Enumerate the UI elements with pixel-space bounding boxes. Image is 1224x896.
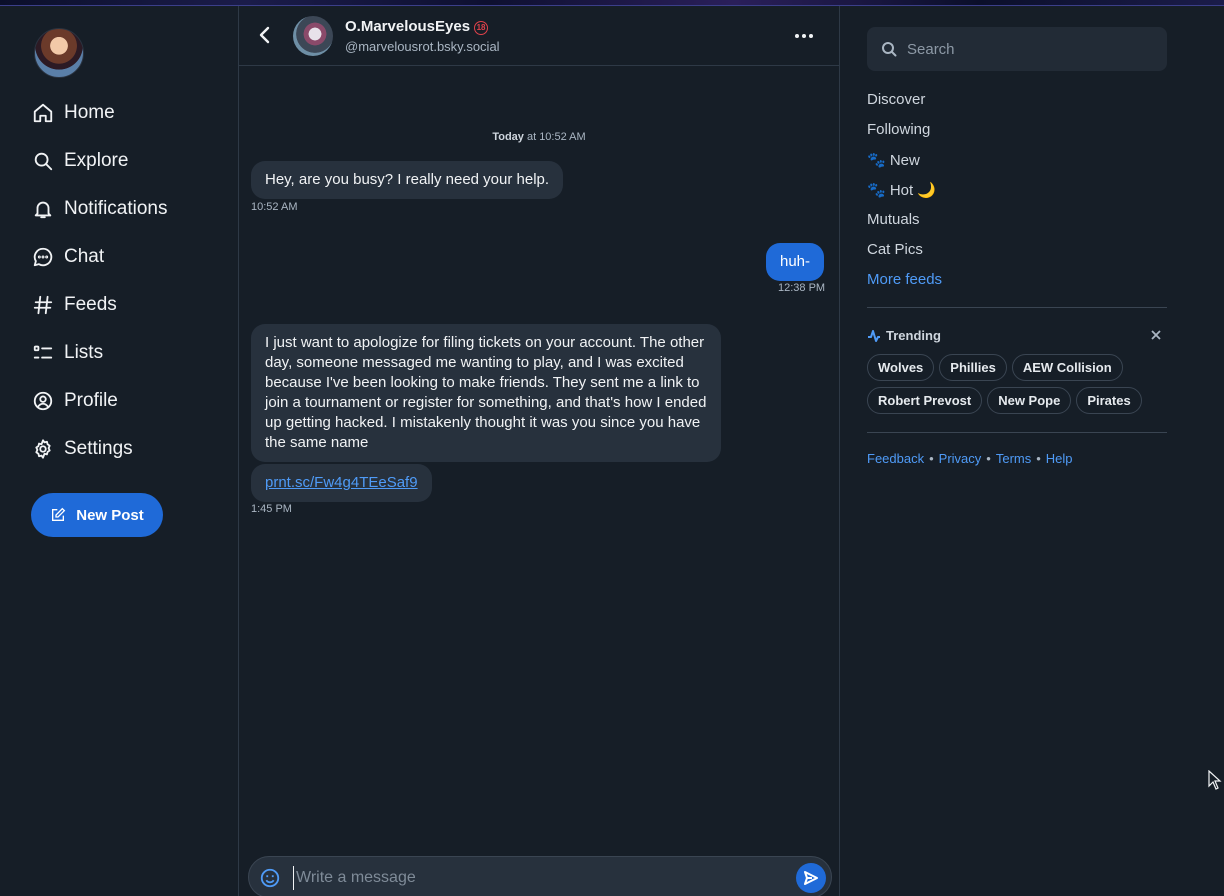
peer-name: O.MarvelousEyes	[345, 18, 471, 35]
trending-close-button[interactable]	[1150, 328, 1162, 340]
nav-home-label: Home	[64, 102, 115, 123]
nav-settings-label: Settings	[64, 438, 133, 459]
message-bubble-outgoing[interactable]: huh-	[766, 243, 825, 281]
peer-avatar[interactable]	[293, 16, 333, 56]
trending-chip[interactable]: Wolves	[867, 354, 935, 381]
divider	[867, 307, 1167, 308]
ellipsis-icon-dot	[809, 34, 813, 38]
send-button[interactable]	[796, 863, 826, 893]
edit-icon	[52, 507, 66, 521]
emoji-icon	[260, 868, 280, 888]
nav-explore[interactable]: Explore	[32, 144, 128, 178]
peer-handle: @marvelousrot.bsky.social	[345, 39, 500, 54]
list-icon	[33, 345, 53, 359]
home-icon	[33, 103, 53, 123]
chat-icon	[33, 247, 53, 267]
hash-icon	[33, 295, 53, 315]
date-separator: Today at 10:52 AM	[239, 131, 839, 143]
user-circle-icon	[33, 391, 53, 411]
more-feeds-link[interactable]: More feeds	[867, 271, 942, 288]
date-separator-day: Today	[492, 131, 524, 143]
nav-feeds[interactable]: Feeds	[32, 288, 117, 322]
nav-notifications[interactable]: Notifications	[32, 192, 168, 226]
gear-icon	[35, 439, 51, 459]
nav-chat[interactable]: Chat	[32, 240, 104, 274]
footer-link-privacy[interactable]: Privacy	[939, 451, 982, 466]
nav-lists[interactable]: Lists	[32, 336, 103, 370]
close-icon	[1151, 330, 1161, 340]
new-post-label: New Post	[76, 506, 144, 524]
feed-link-mutuals[interactable]: Mutuals	[867, 211, 920, 228]
mouse-cursor-icon	[1208, 770, 1222, 790]
footer-link-feedback[interactable]: Feedback	[867, 451, 924, 466]
separator-dot: •	[986, 451, 991, 466]
message-text: Hey, are you busy? I really need your he…	[265, 171, 550, 188]
search-icon	[882, 42, 897, 57]
date-separator-time: at 10:52 AM	[523, 131, 586, 143]
back-button[interactable]	[255, 24, 275, 46]
nav-feeds-label: Feeds	[64, 294, 117, 315]
feed-link-discover[interactable]: Discover	[867, 91, 925, 108]
message-text: huh-	[780, 253, 811, 270]
adult-content-badge: 18	[474, 21, 489, 35]
search-input[interactable]	[907, 37, 1157, 61]
trending-header: Trending	[867, 328, 941, 343]
ellipsis-icon	[795, 34, 799, 38]
footer-link-help[interactable]: Help	[1046, 451, 1073, 466]
message-bubble-incoming[interactable]: Hey, are you busy? I really need your he…	[251, 161, 564, 199]
bell-icon	[34, 201, 52, 219]
trending-chip[interactable]: AEW Collision	[1011, 354, 1123, 381]
nav-profile-label: Profile	[64, 390, 118, 411]
message-bubble-incoming[interactable]: I just want to apologize for filing tick…	[251, 324, 721, 462]
search-box[interactable]	[867, 27, 1167, 71]
trending-icon	[868, 329, 880, 342]
nav-settings[interactable]: Settings	[32, 432, 133, 466]
feed-link-cat-pics[interactable]: Cat Pics	[867, 241, 923, 258]
nav-home[interactable]: Home	[32, 96, 115, 130]
feed-link-hot[interactable]: 🐾 Hot 🌙	[867, 181, 936, 199]
footer-links: Feedback • Privacy • Terms • Help	[867, 451, 1073, 466]
left-navigation: Home Explore Notifications Chat Feeds Li…	[0, 6, 238, 896]
feed-link-new[interactable]: 🐾 New	[867, 151, 920, 169]
separator-dot: •	[929, 451, 934, 466]
separator-dot: •	[1036, 451, 1041, 466]
divider	[867, 432, 1167, 433]
nav-profile[interactable]: Profile	[32, 384, 118, 418]
trending-chip[interactable]: Robert Prevost	[867, 387, 983, 414]
nav-notifications-label: Notifications	[64, 198, 168, 219]
message-input[interactable]	[293, 866, 783, 890]
ellipsis-icon-dot	[802, 34, 806, 38]
new-post-button[interactable]: New Post	[31, 493, 163, 537]
message-composer	[248, 856, 832, 896]
chat-header: O.MarvelousEyes 18 @marvelousrot.bsky.soc…	[239, 6, 839, 66]
peer-name-row[interactable]: O.MarvelousEyes 18	[345, 18, 489, 35]
nav-lists-label: Lists	[64, 342, 104, 363]
my-avatar[interactable]	[34, 28, 84, 78]
more-options-button[interactable]	[795, 26, 815, 46]
trending-chip[interactable]: Pirates	[1076, 387, 1142, 414]
trending-title: Trending	[886, 328, 941, 343]
emoji-button[interactable]	[259, 867, 281, 889]
message-timestamp: 12:38 PM	[778, 282, 826, 294]
nav-chat-label: Chat	[64, 246, 105, 267]
trending-topics: Wolves Phillies AEW Collision Robert Pre…	[867, 354, 1167, 414]
trending-chip[interactable]: Phillies	[939, 354, 1007, 381]
chevron-left-icon	[259, 26, 270, 44]
chat-panel: O.MarvelousEyes 18 @marvelousrot.bsky.soc…	[238, 6, 840, 896]
message-link[interactable]: prnt.sc/Fw4g4TEeSaf9	[265, 474, 418, 491]
message-timestamp: 10:52 AM	[251, 201, 298, 213]
footer-link-terms[interactable]: Terms	[996, 451, 1031, 466]
message-timestamp: 1:45 PM	[251, 503, 292, 515]
message-bubble-incoming-link[interactable]: prnt.sc/Fw4g4TEeSaf9	[251, 464, 432, 502]
trending-chip[interactable]: New Pope	[987, 387, 1072, 414]
send-icon	[804, 871, 818, 885]
feed-link-following[interactable]: Following	[867, 121, 930, 138]
message-text: I just want to apologize for filing tick…	[265, 334, 707, 451]
nav-explore-label: Explore	[64, 150, 129, 171]
search-icon	[34, 152, 53, 171]
